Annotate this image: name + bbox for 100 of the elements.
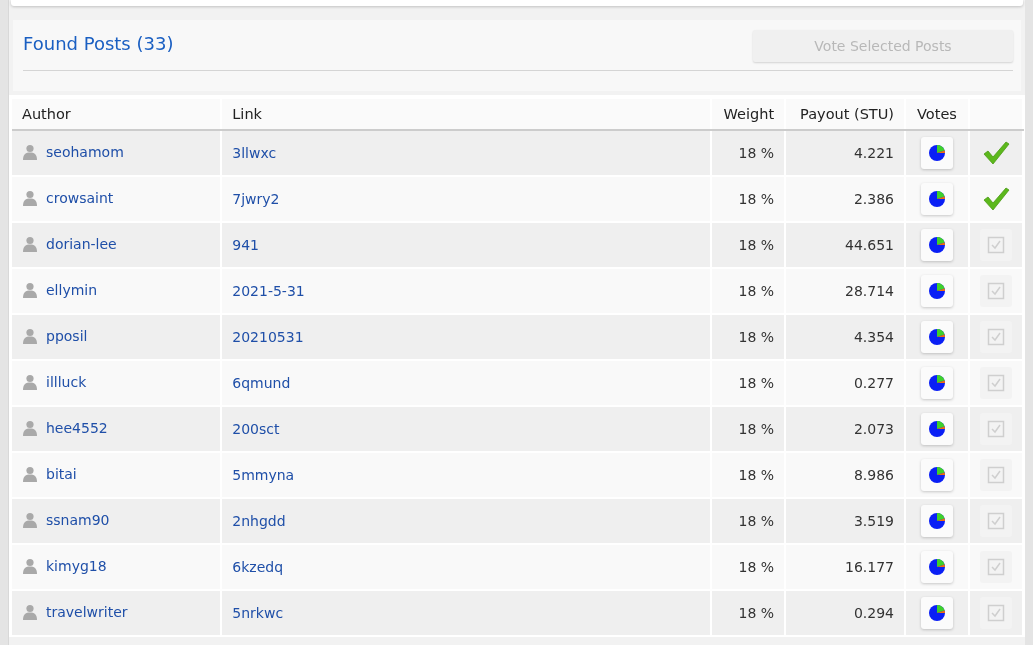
votes-chart-button[interactable] bbox=[920, 505, 953, 537]
checkbox-icon bbox=[986, 512, 1005, 530]
author-link[interactable]: illluck bbox=[46, 373, 87, 390]
user-icon bbox=[22, 465, 38, 482]
author-link[interactable]: crowsaint bbox=[46, 189, 114, 206]
votes-chart-button[interactable] bbox=[920, 275, 953, 307]
author-link[interactable]: travelwriter bbox=[46, 603, 128, 620]
post-link[interactable]: 6kzedq bbox=[232, 559, 284, 575]
select-checkbox[interactable] bbox=[979, 275, 1012, 307]
payout-text: 0.294 bbox=[853, 605, 894, 621]
column-header: Link bbox=[221, 99, 712, 130]
weight-text: 18 % bbox=[738, 559, 775, 575]
post-link[interactable]: 7jwry2 bbox=[232, 191, 280, 207]
votes-chart-button[interactable] bbox=[920, 137, 953, 169]
weight-text: 18 % bbox=[738, 329, 775, 345]
votes-chart-button[interactable] bbox=[920, 459, 953, 491]
user-icon bbox=[22, 189, 38, 206]
votes-chart-button[interactable] bbox=[920, 551, 953, 583]
payout-text: 16.177 bbox=[845, 559, 894, 575]
column-header: Author bbox=[12, 99, 222, 130]
payout-text: 28.714 bbox=[845, 283, 894, 299]
checkbox-icon bbox=[986, 328, 1005, 346]
select-checkbox[interactable] bbox=[979, 505, 1012, 537]
pie-chart-icon bbox=[927, 282, 946, 300]
payout-text: 2.073 bbox=[853, 421, 894, 437]
post-link[interactable]: 6qmund bbox=[232, 375, 291, 391]
checkbox-icon bbox=[986, 236, 1005, 254]
post-link[interactable]: 2021-5-31 bbox=[232, 283, 305, 299]
pie-chart-icon bbox=[927, 604, 946, 622]
column-header: Weight bbox=[711, 99, 786, 130]
payout-text: 4.354 bbox=[853, 329, 894, 345]
select-checkbox[interactable] bbox=[979, 413, 1012, 445]
author-link[interactable]: pposil bbox=[46, 327, 88, 344]
post-link[interactable]: 3llwxc bbox=[232, 145, 277, 161]
payout-text: 2.386 bbox=[853, 191, 894, 207]
user-icon bbox=[22, 235, 38, 252]
post-link[interactable]: 941 bbox=[232, 237, 259, 253]
panel-title: Found Posts (33) bbox=[23, 32, 174, 54]
author-link[interactable]: dorian-lee bbox=[46, 235, 117, 252]
user-icon bbox=[22, 419, 38, 436]
checkbox-icon bbox=[986, 282, 1005, 300]
weight-text: 18 % bbox=[738, 145, 775, 161]
payout-text: 4.221 bbox=[853, 145, 894, 161]
pie-chart-icon bbox=[927, 558, 946, 576]
select-checkbox[interactable] bbox=[979, 459, 1012, 491]
pie-chart-icon bbox=[927, 144, 946, 162]
author-link[interactable]: kimyg18 bbox=[46, 557, 107, 574]
weight-text: 18 % bbox=[738, 191, 775, 207]
weight-text: 18 % bbox=[738, 467, 775, 483]
weight-text: 18 % bbox=[738, 283, 775, 299]
author-link[interactable]: bitai bbox=[46, 465, 77, 482]
post-link[interactable]: 5mmyna bbox=[232, 467, 295, 483]
post-link[interactable]: 5nrkwc bbox=[232, 605, 284, 621]
author-link[interactable]: ellymin bbox=[46, 281, 98, 298]
votes-chart-button[interactable] bbox=[920, 321, 953, 353]
user-icon bbox=[22, 511, 38, 528]
checkbox-icon bbox=[986, 374, 1005, 392]
pie-chart-icon bbox=[927, 420, 946, 438]
pie-chart-icon bbox=[927, 236, 946, 254]
checkbox-icon bbox=[986, 604, 1005, 622]
payout-text: 3.519 bbox=[853, 513, 894, 529]
weight-text: 18 % bbox=[738, 375, 775, 391]
user-icon bbox=[22, 603, 38, 620]
select-checkbox[interactable] bbox=[979, 367, 1012, 399]
payout-text: 44.651 bbox=[845, 237, 894, 253]
votes-chart-button[interactable] bbox=[920, 367, 953, 399]
votes-chart-button[interactable] bbox=[920, 597, 953, 629]
weight-text: 18 % bbox=[738, 237, 775, 253]
select-checkbox[interactable] bbox=[979, 229, 1012, 261]
post-link[interactable]: 20210531 bbox=[232, 329, 304, 345]
user-icon bbox=[22, 281, 38, 298]
post-link[interactable]: 2nhgdd bbox=[232, 513, 286, 529]
votes-chart-button[interactable] bbox=[920, 183, 953, 215]
pie-chart-icon bbox=[927, 374, 946, 392]
votes-chart-button[interactable] bbox=[920, 229, 953, 261]
pie-chart-icon bbox=[927, 328, 946, 346]
author-link[interactable]: seohamom bbox=[46, 143, 124, 160]
votes-chart-button[interactable] bbox=[920, 413, 953, 445]
post-link[interactable]: 200sct bbox=[232, 421, 280, 437]
pie-chart-icon bbox=[927, 190, 946, 208]
weight-text: 18 % bbox=[738, 513, 775, 529]
checkbox-icon bbox=[986, 558, 1005, 576]
weight-text: 18 % bbox=[738, 605, 775, 621]
weight-text: 18 % bbox=[738, 421, 775, 437]
payout-text: 8.986 bbox=[853, 467, 894, 483]
select-checkbox[interactable] bbox=[979, 597, 1012, 629]
user-icon bbox=[22, 143, 38, 160]
user-icon bbox=[22, 327, 38, 344]
author-link[interactable]: hee4552 bbox=[46, 419, 108, 436]
checkbox-icon bbox=[986, 420, 1005, 438]
checkbox-icon bbox=[986, 466, 1005, 484]
author-link[interactable]: ssnam90 bbox=[46, 511, 110, 528]
column-header: Votes bbox=[905, 99, 969, 130]
pie-chart-icon bbox=[927, 512, 946, 530]
select-checkbox[interactable] bbox=[979, 321, 1012, 353]
user-icon bbox=[22, 557, 38, 574]
user-icon bbox=[22, 373, 38, 390]
select-checkbox[interactable] bbox=[979, 551, 1012, 583]
payout-text: 0.277 bbox=[853, 375, 894, 391]
pie-chart-icon bbox=[927, 466, 946, 484]
